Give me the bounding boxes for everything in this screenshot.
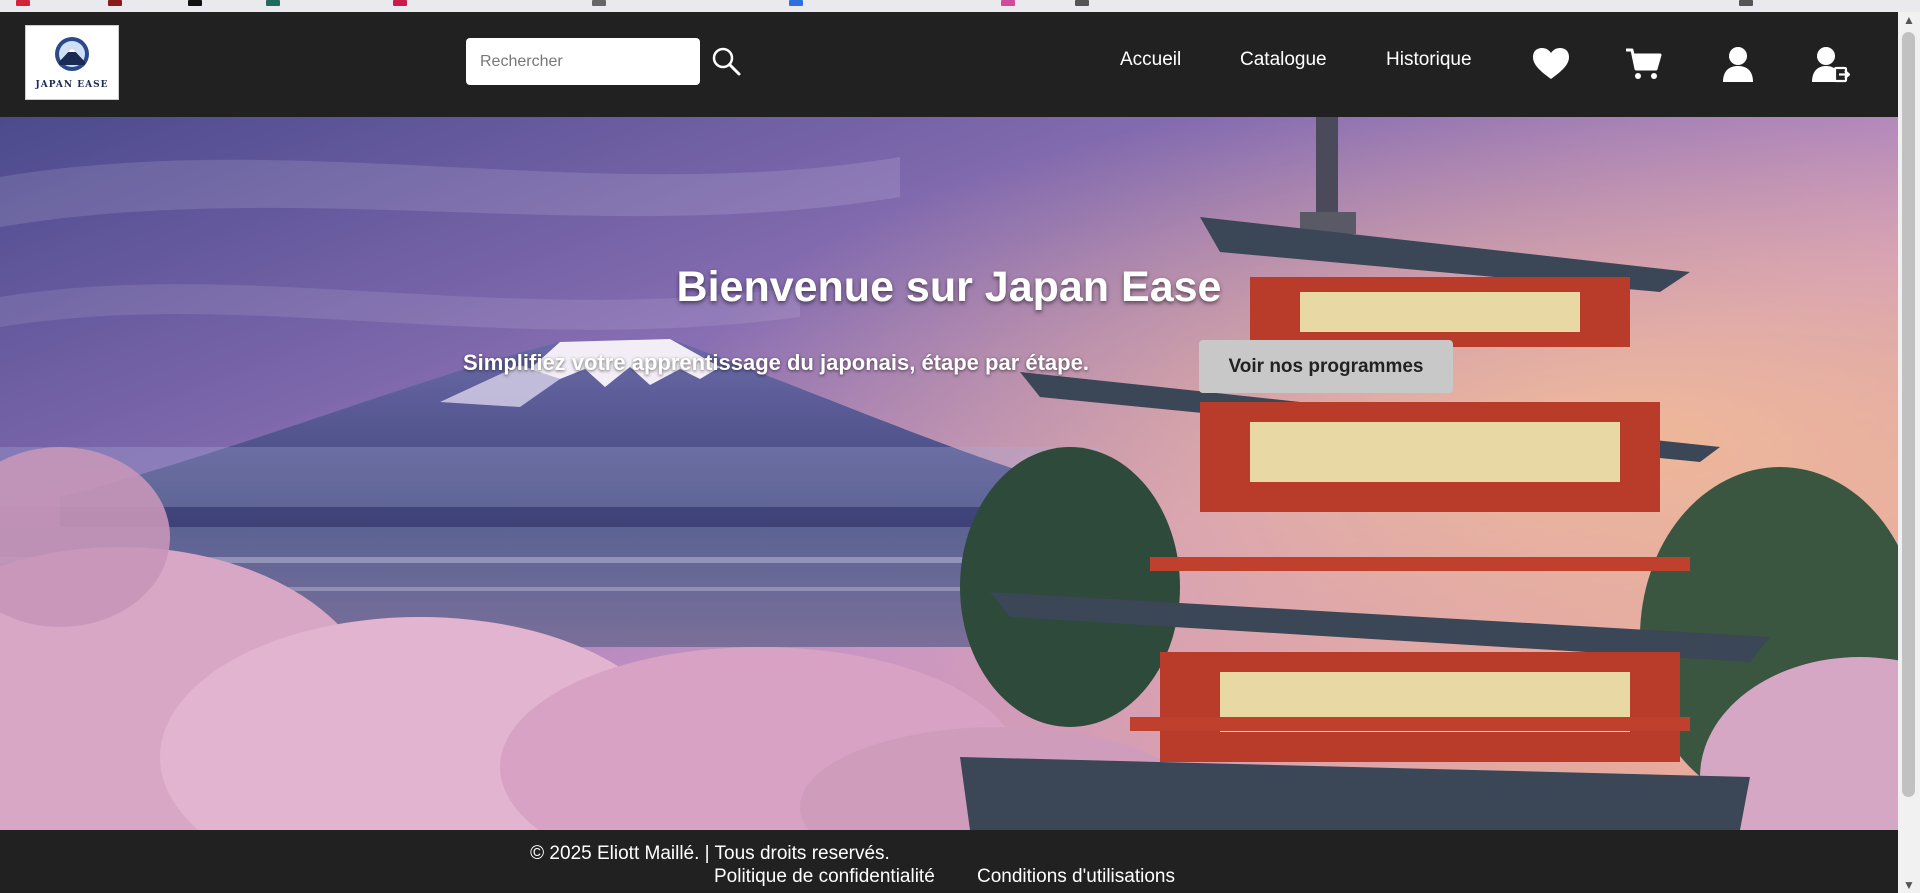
cart-icon — [1626, 48, 1662, 79]
bookmark-icon[interactable] — [1001, 0, 1015, 6]
nav-catalog-link[interactable]: Catalogue — [1240, 49, 1327, 71]
bookmark-icon[interactable] — [1075, 0, 1089, 6]
logo-text: JAPAN EASE — [35, 80, 109, 90]
scroll-thumb[interactable] — [1902, 32, 1915, 797]
hero-title: Bienvenue sur Japan Ease — [676, 263, 1222, 311]
site-footer: © 2025 Eliott Maillé. | Tous droits rese… — [0, 830, 1898, 893]
cart-button[interactable] — [1624, 45, 1664, 83]
page-scrollbar[interactable]: ▲ ▼ — [1898, 12, 1920, 893]
view-programs-button[interactable]: Voir nos programmes — [1199, 340, 1453, 393]
bookmark-icon[interactable] — [1739, 0, 1753, 6]
hero-subtitle: Simplifiez votre apprentissage du japona… — [463, 350, 1089, 375]
copyright-text: © 2025 Eliott Maillé. | Tous droits rese… — [530, 843, 890, 864]
account-button[interactable] — [1718, 45, 1758, 83]
bookmark-icon[interactable] — [592, 0, 606, 6]
bookmark-icon[interactable] — [266, 0, 280, 6]
bookmark-icon[interactable] — [188, 0, 202, 6]
scroll-down-icon[interactable]: ▼ — [1898, 877, 1920, 893]
scroll-up-icon[interactable]: ▲ — [1898, 12, 1920, 28]
bookmark-icon[interactable] — [16, 0, 30, 6]
nav-history-link[interactable]: Historique — [1386, 49, 1472, 71]
search-icon — [712, 47, 741, 76]
bookmark-icon[interactable] — [393, 0, 407, 6]
favorites-button[interactable] — [1531, 45, 1571, 83]
hero-background-image — [0, 117, 1898, 830]
search-button[interactable] — [711, 46, 743, 78]
logout-icon — [1812, 47, 1851, 83]
bookmark-icon[interactable] — [789, 0, 803, 6]
bookmark-icon[interactable] — [108, 0, 122, 6]
nav-home-link[interactable]: Accueil — [1120, 49, 1181, 71]
search-input[interactable] — [466, 38, 700, 85]
user-icon — [1723, 47, 1753, 82]
privacy-policy-link[interactable]: Politique de confidentialité — [714, 866, 935, 888]
hero-section: Bienvenue sur Japan Ease Simplifiez votr… — [0, 117, 1898, 830]
terms-of-use-link[interactable]: Conditions d'utilisations — [977, 866, 1175, 888]
logout-button[interactable] — [1810, 45, 1851, 83]
heart-icon — [1533, 48, 1569, 79]
site-logo[interactable]: JAPAN EASE — [25, 25, 119, 100]
site-header: JAPAN EASE Accueil Catalogue Historique — [0, 12, 1898, 117]
